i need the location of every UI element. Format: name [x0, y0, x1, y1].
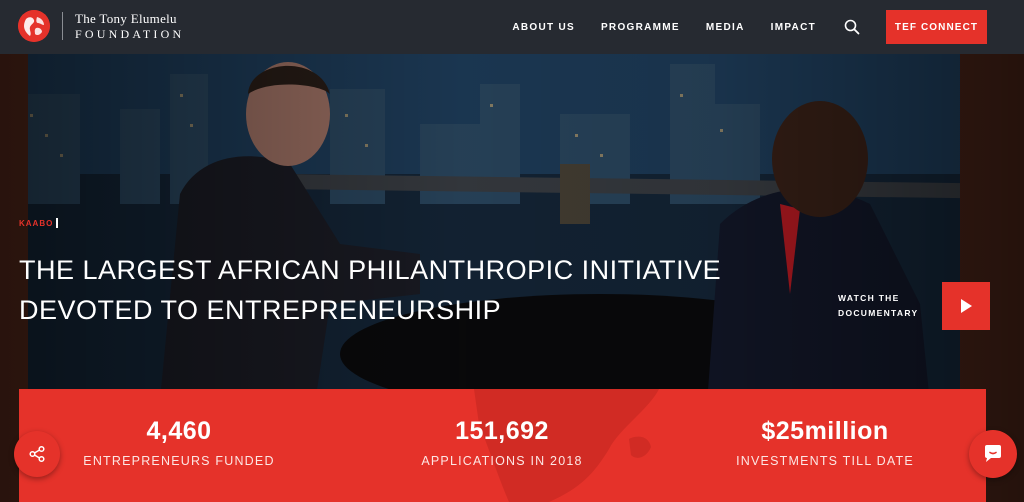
stat-investments: $25million INVESTMENTS TILL DATE: [685, 417, 965, 468]
stat-label: ENTREPRENEURS FUNDED: [83, 454, 275, 468]
stat-applications: 151,692 APPLICATIONS IN 2018: [362, 417, 642, 468]
watch-documentary-label: WATCH THE DOCUMENTARY: [838, 291, 920, 321]
logo-wordmark: The Tony Elumelu FOUNDATION: [75, 12, 184, 40]
play-icon: [961, 299, 972, 313]
nav-impact[interactable]: IMPACT: [771, 22, 816, 33]
stat-entrepreneurs: 4,460 ENTREPRENEURS FUNDED: [39, 417, 319, 468]
nav-about-us[interactable]: ABOUT US: [512, 22, 575, 33]
globe-logo-icon: [18, 10, 50, 42]
share-icon: [29, 445, 45, 463]
watch-line-2: DOCUMENTARY: [838, 308, 919, 318]
chat-icon: [985, 445, 1001, 462]
stat-label: INVESTMENTS TILL DATE: [736, 454, 914, 468]
hero-tag: KAABO: [19, 218, 59, 228]
headline-line-1: THE LARGEST AFRICAN PHILANTHROPIC INITIA…: [19, 255, 722, 285]
logo-line-1: The Tony Elumelu: [75, 10, 177, 26]
logo-divider: [62, 12, 63, 40]
logo-line-2: FOUNDATION: [75, 26, 185, 41]
tag-separator: [56, 218, 59, 228]
main-menu: ABOUT US PROGRAMME MEDIA IMPACT TEF CONN…: [512, 0, 1024, 54]
hero-tag-label: KAABO: [19, 218, 54, 228]
impact-stats-bar: 4,460 ENTREPRENEURS FUNDED 151,692 APPLI…: [19, 389, 986, 502]
tef-connect-button[interactable]: TEF CONNECT: [886, 10, 987, 44]
stat-value: 4,460: [146, 417, 212, 445]
nav-media[interactable]: MEDIA: [706, 22, 745, 33]
share-button[interactable]: [14, 431, 60, 477]
search-icon[interactable]: [844, 19, 860, 35]
hero-headline: THE LARGEST AFRICAN PHILANTHROPIC INITIA…: [19, 250, 779, 330]
chat-button[interactable]: [969, 430, 1017, 478]
watch-line-1: WATCH THE: [838, 293, 900, 303]
top-nav: The Tony Elumelu FOUNDATION ABOUT US PRO…: [0, 0, 1024, 54]
stat-value: $25million: [761, 417, 889, 445]
stat-value: 151,692: [455, 417, 549, 445]
foundation-logo[interactable]: The Tony Elumelu FOUNDATION: [18, 10, 184, 42]
watch-documentary-link[interactable]: WATCH THE DOCUMENTARY: [838, 282, 990, 330]
play-button[interactable]: [942, 282, 990, 330]
stat-label: APPLICATIONS IN 2018: [421, 454, 583, 468]
headline-line-2: DEVOTED TO ENTREPRENEURSHIP: [19, 295, 502, 325]
nav-programme[interactable]: PROGRAMME: [601, 22, 680, 33]
